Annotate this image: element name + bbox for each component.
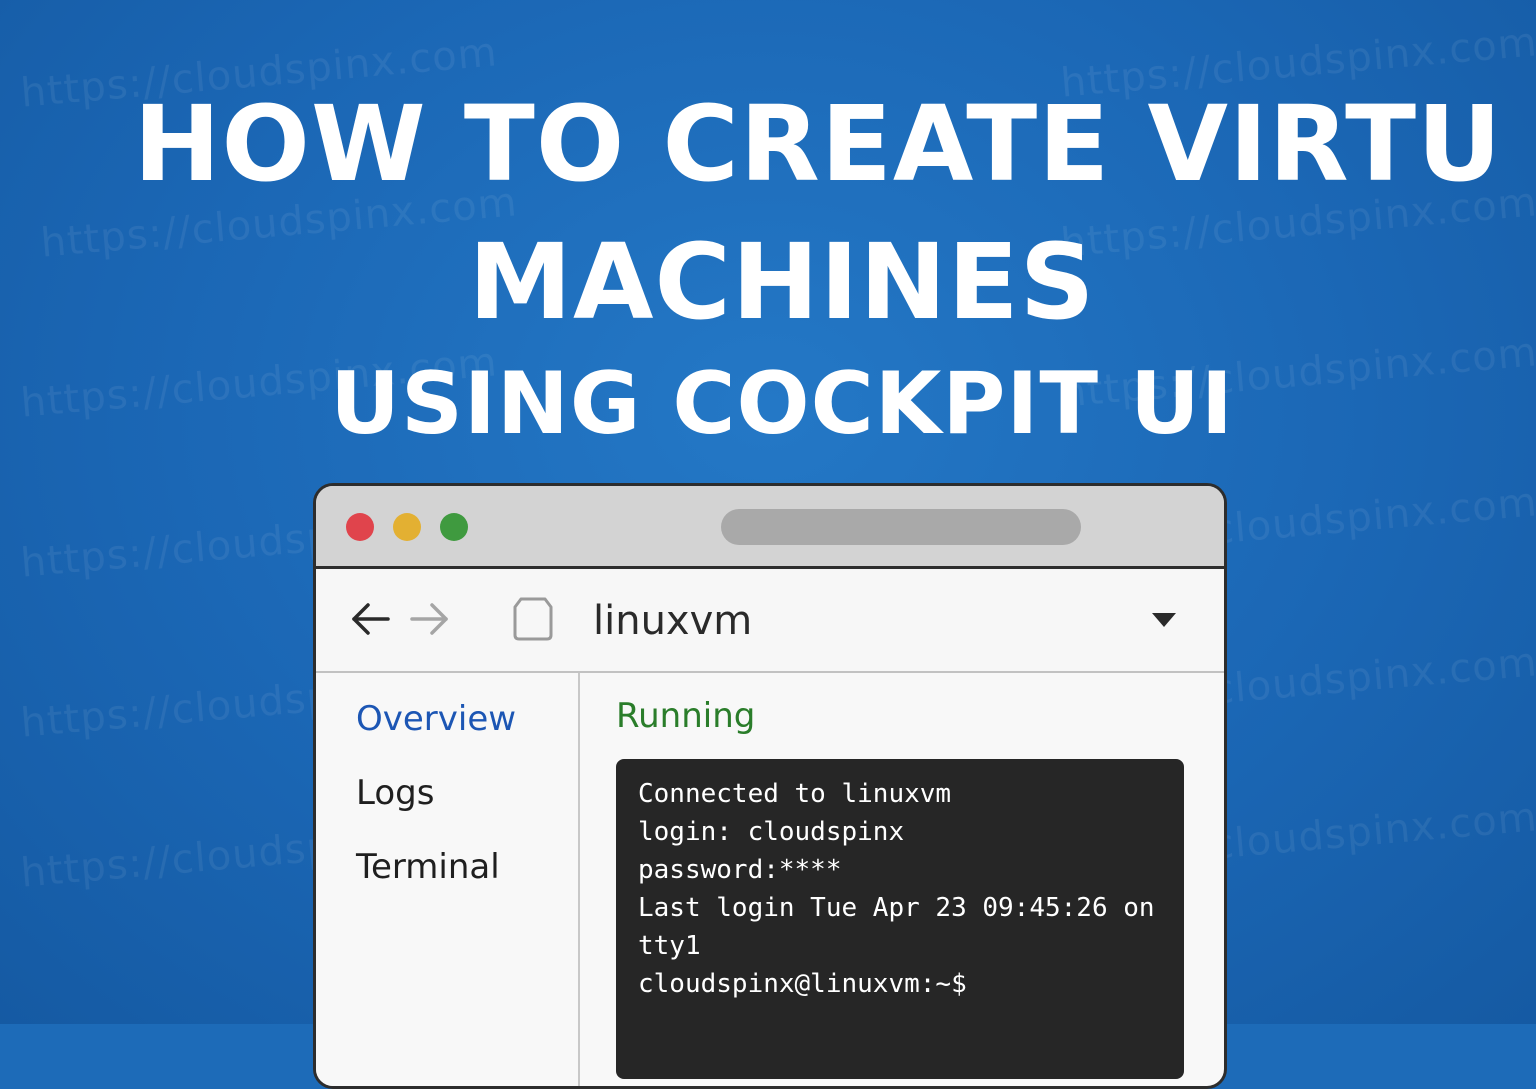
terminal-console[interactable]: Connected to linuxvm login: cloudspinx p… xyxy=(616,759,1184,1079)
browser-window: linuxvm Overview Logs Terminal Running C… xyxy=(313,483,1227,1089)
arrow-right-icon[interactable] xyxy=(406,597,450,641)
terminal-line: Last login Tue Apr 23 09:45:26 on xyxy=(638,893,1155,923)
terminal-prompt: cloudspinx@linuxvm:~$ xyxy=(638,969,967,999)
terminal-line: login: cloudspinx xyxy=(638,817,905,847)
headline-line-1: HOW TO CREATE VIRTU xyxy=(133,83,1503,205)
headline-line-2: MACHINES xyxy=(468,221,1096,343)
sidebar: Overview Logs Terminal xyxy=(316,673,580,1086)
arrow-left-icon[interactable] xyxy=(350,597,394,641)
title-bar xyxy=(316,486,1224,569)
vm-header-bar: linuxvm xyxy=(316,569,1224,673)
terminal-line: password:**** xyxy=(638,855,842,885)
terminal-line: tty1 xyxy=(638,931,701,961)
vm-status: Running xyxy=(616,696,756,736)
address-bar[interactable] xyxy=(721,509,1081,545)
maximize-window-button[interactable] xyxy=(440,513,468,541)
sidebar-item-logs[interactable]: Logs xyxy=(356,771,434,815)
headline-line-3: USING COCKPIT UI xyxy=(330,354,1234,454)
sidebar-item-overview[interactable]: Overview xyxy=(356,697,516,741)
terminal-line: Connected to linuxvm xyxy=(638,779,952,809)
minimize-window-button[interactable] xyxy=(393,513,421,541)
sidebar-item-terminal[interactable]: Terminal xyxy=(356,845,500,889)
close-window-button[interactable] xyxy=(346,513,374,541)
vm-icon xyxy=(513,597,553,641)
caret-down-icon[interactable] xyxy=(1150,611,1178,629)
vm-name: linuxvm xyxy=(593,598,753,644)
